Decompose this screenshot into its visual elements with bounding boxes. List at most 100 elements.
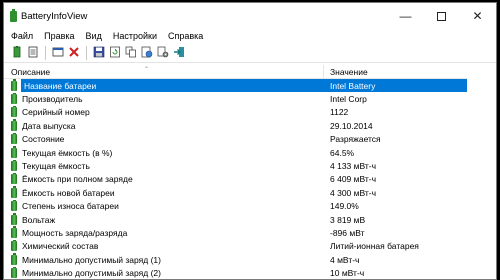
list-row[interactable]: Дата выпуска 29.10.2014 <box>4 119 467 132</box>
properties-icon <box>11 45 23 60</box>
list-row[interactable]: Ёмкость новой батареи 4 300 мВт-ч <box>4 186 467 199</box>
row-description-cell: Мощность заряда/разряда <box>4 226 324 239</box>
exit-icon <box>173 46 185 60</box>
window-button[interactable] <box>51 46 65 60</box>
row-description-cell: Дата выпуска <box>4 119 324 132</box>
row-label: Дата выпуска <box>22 120 76 131</box>
row-label: Минимально допустимый заряд (2) <box>22 268 161 279</box>
column-header-description[interactable]: Описание ⌃ <box>4 64 324 79</box>
menu-bar: Файл Правка Вид Настройки Справка <box>4 29 496 43</box>
row-value: 3 819 мВ <box>330 214 366 225</box>
row-label: Производитель <box>22 94 83 105</box>
row-label: Химический состав <box>22 241 99 252</box>
minimize-button[interactable]: — <box>388 3 423 29</box>
exit-button[interactable] <box>172 46 186 60</box>
row-value: 6 409 мВт-ч <box>330 174 377 185</box>
save-button[interactable] <box>92 46 106 60</box>
list-row[interactable]: Вольтаж 3 819 мВ <box>4 213 467 226</box>
row-value: Литий-ионная батарея <box>330 241 419 252</box>
list-row[interactable]: Производитель Intel Corp <box>4 92 467 105</box>
row-value-cell: Литий-ионная батарея <box>324 240 467 253</box>
window-title: BatteryInfoView <box>21 11 88 22</box>
row-description-cell: Химический состав <box>4 239 324 253</box>
copy-button[interactable] <box>124 46 138 60</box>
battery-icon <box>11 159 17 172</box>
row-value-cell: Intel Battery <box>324 79 467 93</box>
row-value: 4 300 мВт-ч <box>330 187 377 198</box>
battery-icon <box>11 266 17 279</box>
battery-icon <box>11 186 17 198</box>
list-row[interactable]: Текущая ёмкость 4 133 мВт-ч <box>4 159 467 172</box>
battery-icon <box>11 239 17 252</box>
list-row[interactable]: Ёмкость при полном заряде 6 409 мВт-ч <box>4 172 467 186</box>
row-value-cell: Intel Corp <box>324 92 467 105</box>
row-value-cell: 4 133 мВт-ч <box>324 159 467 172</box>
html-report-button[interactable] <box>140 46 154 60</box>
row-description-cell: Ёмкость при полном заряде <box>4 172 324 186</box>
battery-icon <box>11 146 17 158</box>
menu-item-3[interactable]: Настройки <box>113 31 157 41</box>
properties-button[interactable] <box>10 45 24 60</box>
menu-item-1[interactable]: Правка <box>44 31 74 41</box>
delete-button[interactable] <box>67 46 81 60</box>
battery-icon <box>11 226 17 238</box>
row-value-cell: 10 мВт-ч <box>324 266 467 279</box>
row-description-cell: Текущая ёмкость (в %) <box>4 146 324 159</box>
list-row[interactable]: Химический состав Литий-ионная батарея <box>4 239 467 253</box>
list-row[interactable]: Минимально допустимый заряд (2) 10 мВт-ч <box>4 266 467 279</box>
row-label: Состояние <box>22 134 65 145</box>
list-body: Название батареи Intel Battery Производите… <box>4 79 467 279</box>
refresh-button[interactable] <box>108 46 122 60</box>
scroll-area <box>467 65 496 279</box>
battery-icon <box>11 105 17 118</box>
window-icon <box>52 46 64 60</box>
row-value-cell: 4 300 мВт-ч <box>324 186 467 199</box>
row-label: Название батареи <box>24 80 97 91</box>
column-header-value-label: Значение <box>330 66 368 77</box>
row-value-cell: 64.5% <box>324 146 467 159</box>
menu-item-0[interactable]: Файл <box>11 31 33 41</box>
app-battery-icon <box>10 9 17 22</box>
maximize-button[interactable] <box>424 3 459 29</box>
html-report-icon <box>141 46 153 60</box>
row-value: 149.0% <box>330 201 359 212</box>
row-label: Минимально допустимый заряд (1) <box>22 254 161 265</box>
row-description-cell: Вольтаж <box>4 213 324 226</box>
menu-item-2[interactable]: Вид <box>86 31 102 41</box>
list-row[interactable]: Мощность заряда/разряда -896 мВт <box>4 226 467 239</box>
row-description-cell: Ёмкость новой батареи <box>4 186 324 199</box>
row-value: Intel Battery <box>330 80 376 91</box>
list-row[interactable]: Серийный номер 1122 <box>4 105 467 119</box>
row-label: Степень износа батареи <box>22 201 119 212</box>
options-icon <box>157 46 169 60</box>
close-button[interactable]: ✕ <box>460 3 495 29</box>
battery-icon <box>11 132 17 145</box>
list-row[interactable]: Название батареи Intel Battery <box>4 79 467 93</box>
row-value-cell: 29.10.2014 <box>324 119 467 132</box>
row-value: 10 мВт-ч <box>330 268 365 279</box>
row-value: 4 133 мВт-ч <box>330 161 377 172</box>
row-label: Серийный номер <box>22 107 90 118</box>
row-label: Мощность заряда/разряда <box>22 227 128 238</box>
row-label: Текущая ёмкость <box>22 161 90 172</box>
toolbar-separator <box>45 45 46 60</box>
battery-icon <box>11 213 17 225</box>
row-label: Ёмкость при полном заряде <box>22 174 133 185</box>
menu-item-4[interactable]: Справка <box>168 31 203 41</box>
row-value: 4 мВт-ч <box>330 254 360 265</box>
list-row[interactable]: Текущая ёмкость (в %) 64.5% <box>4 146 467 159</box>
list-row[interactable]: Состояние Разряжается <box>4 132 467 146</box>
row-value: Intel Corp <box>330 94 367 105</box>
copy-icon <box>125 46 137 60</box>
battery-icon <box>11 199 17 212</box>
maximize-icon <box>437 11 446 21</box>
list-row[interactable]: Степень износа батареи 149.0% <box>4 199 467 213</box>
list-row[interactable]: Минимально допустимый заряд (1) 4 мВт-ч <box>4 253 467 266</box>
row-value: -896 мВт <box>330 227 365 238</box>
row-description-cell: Минимально допустимый заряд (1) <box>4 253 324 266</box>
row-value: 29.10.2014 <box>330 120 373 131</box>
options-button[interactable] <box>156 46 170 60</box>
column-header-value[interactable]: Значение <box>324 65 368 79</box>
battery-icon <box>11 119 17 131</box>
copy-list-button[interactable] <box>26 46 40 60</box>
